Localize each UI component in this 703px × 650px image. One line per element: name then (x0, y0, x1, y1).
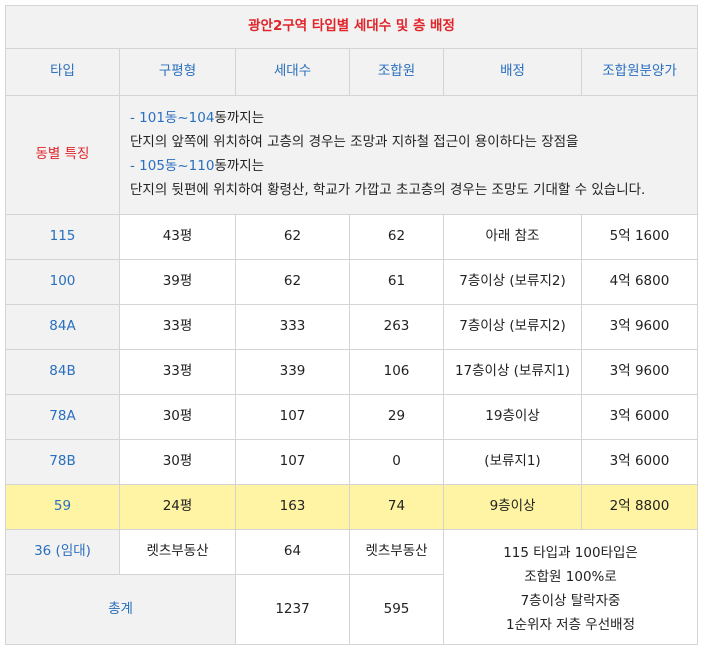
cell-units: 163 (235, 484, 350, 530)
cell-price: 3억 6000 (580, 439, 699, 485)
cell-pyeong: 33평 (119, 304, 236, 350)
table-row: 84B 33평 339 106 17층이상 (보류지1) 3억 9600 (5, 349, 699, 395)
cell-assign: 17층이상 (보류지1) (443, 349, 582, 395)
cell-type: 115 (5, 214, 120, 260)
features-block2-desc: 단지의 뒷편에 위치하여 황령산, 학교가 가깝고 초고층의 경우는 조망도 기… (130, 182, 646, 198)
cell-units: 62 (235, 259, 350, 305)
cell-type: 78A (5, 394, 120, 440)
cell-pyeong: 39평 (119, 259, 236, 305)
cell-assign: 9층이상 (443, 484, 582, 530)
header-type: 타입 (5, 48, 120, 96)
note-line: 7층이상 탈락자중 (520, 593, 621, 609)
features-block1-desc: 단지의 앞쪽에 위치하여 고층의 경우는 조망과 지하철 접근이 용이하다는 장… (130, 134, 579, 150)
note-line: 조합원 100%로 (524, 569, 617, 585)
features-block2-suffix: 동까지는 (214, 158, 265, 174)
cell-pyeong: 24평 (119, 484, 236, 530)
cell-units: 339 (235, 349, 350, 395)
allocation-table-wrapper: 광안2구역 타입별 세대수 및 층 배정 타입 구평형 세대수 조합원 배정 조… (4, 5, 699, 645)
cell-pyeong: 43평 (119, 214, 236, 260)
total-members: 595 (349, 574, 444, 645)
table-row: 78B 30평 107 0 (보류지1) 3억 6000 (5, 439, 699, 485)
cell-price: 3억 9600 (580, 304, 699, 350)
cell-members: 61 (349, 259, 444, 305)
features-row: 동별 특징 - 101동~104동까지는 단지의 앞쪽에 위치하여 고층의 경우… (5, 95, 699, 215)
features-label: 동별 특징 (5, 95, 120, 215)
total-units: 1237 (235, 574, 350, 645)
cell-assign: 아래 참조 (443, 214, 582, 260)
cell-type: 84B (5, 349, 120, 395)
cell-members: 106 (349, 349, 444, 395)
cell-type: 59 (5, 484, 120, 530)
table-row: 84A 33평 333 263 7층이상 (보류지2) 3억 9600 (5, 304, 699, 350)
table-row: 115 43평 62 62 아래 참조 5억 1600 (5, 214, 699, 260)
header-members: 조합원 (349, 48, 444, 96)
header-assign: 배정 (443, 48, 582, 96)
cell-members: 0 (349, 439, 444, 485)
rental-type: 36 (임대) (5, 529, 120, 575)
rental-units: 64 (235, 529, 350, 575)
cell-units: 333 (235, 304, 350, 350)
features-block1-range: - 101동~104 (130, 110, 215, 126)
table-row: 78A 30평 107 29 19층이상 3억 6000 (5, 394, 699, 440)
features-block2-range: - 105동~110 (130, 158, 215, 174)
allocation-table: 광안2구역 타입별 세대수 및 층 배정 타입 구평형 세대수 조합원 배정 조… (4, 5, 699, 645)
cell-units: 107 (235, 394, 350, 440)
cell-assign: (보류지1) (443, 439, 582, 485)
note-line: 1순위자 저층 우선배정 (506, 617, 635, 633)
cell-type: 78B (5, 439, 120, 485)
assignment-note: 115 타입과 100타입은 조합원 100%로 7층이상 탈락자중 1순위자 … (442, 529, 699, 645)
cell-units: 62 (235, 214, 350, 260)
header-units: 세대수 (235, 48, 350, 96)
cell-members: 62 (349, 214, 444, 260)
header-row: 타입 구평형 세대수 조합원 배정 조합원분양가 (5, 48, 699, 96)
cell-members: 29 (349, 394, 444, 440)
note-line: 115 타입과 100타입은 (503, 545, 638, 561)
header-price: 조합원분양가 (580, 48, 699, 96)
cell-type: 84A (5, 304, 120, 350)
cell-type: 100 (5, 259, 120, 305)
table-row-highlighted: 59 24평 163 74 9층이상 2억 8800 (5, 484, 699, 530)
features-block1-suffix: 동까지는 (214, 110, 265, 126)
cell-pyeong: 33평 (119, 349, 236, 395)
rental-members: 렛츠부동산 (349, 529, 444, 575)
table-title: 광안2구역 타입별 세대수 및 층 배정 (4, 5, 699, 49)
cell-members: 263 (349, 304, 444, 350)
total-label: 총계 (5, 574, 236, 645)
cell-price: 2억 8800 (580, 484, 699, 530)
cell-members: 74 (349, 484, 444, 530)
cell-price: 4억 6800 (580, 259, 699, 305)
rental-pyeong: 렛츠부동산 (119, 529, 236, 575)
cell-price: 5억 1600 (580, 214, 699, 260)
rental-row: 36 (임대) 렛츠부동산 64 렛츠부동산 115 타입과 100타입은 조합… (5, 529, 699, 645)
cell-pyeong: 30평 (119, 439, 236, 485)
table-row: 100 39평 62 61 7층이상 (보류지2) 4억 6800 (5, 259, 699, 305)
header-pyeong: 구평형 (119, 48, 236, 96)
cell-pyeong: 30평 (119, 394, 236, 440)
features-text: - 101동~104동까지는 단지의 앞쪽에 위치하여 고층의 경우는 조망과 … (118, 95, 699, 215)
cell-price: 3억 6000 (580, 394, 699, 440)
cell-assign: 19층이상 (443, 394, 582, 440)
cell-units: 107 (235, 439, 350, 485)
cell-assign: 7층이상 (보류지2) (443, 259, 582, 305)
cell-assign: 7층이상 (보류지2) (443, 304, 582, 350)
cell-price: 3억 9600 (580, 349, 699, 395)
